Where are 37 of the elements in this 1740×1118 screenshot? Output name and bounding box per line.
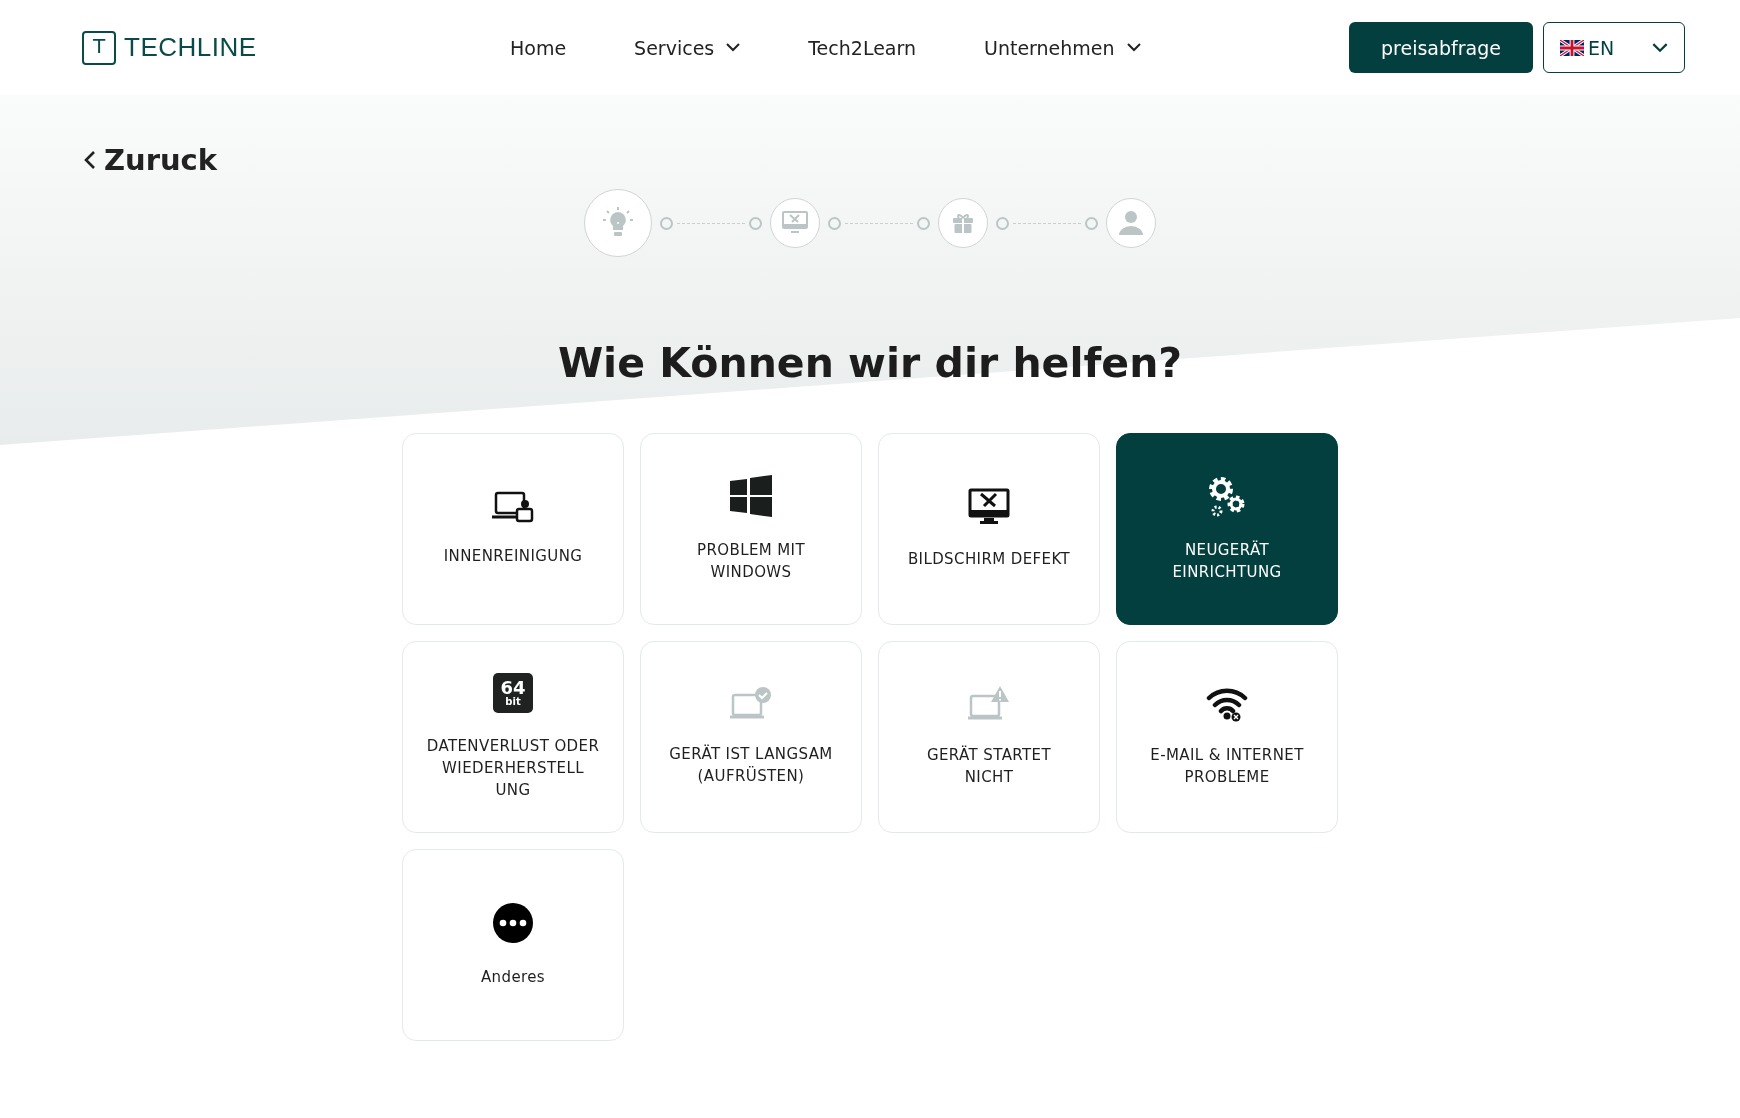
more-icon <box>492 902 534 944</box>
chevron-down-icon <box>726 43 741 52</box>
64-bit-badge: 64 bit <box>493 673 533 713</box>
service-card[interactable]: 64 bit DATENVERLUST ODER WIEDERHERSTELL UNG <box>402 641 624 833</box>
nav-link[interactable]: Home <box>510 36 567 59</box>
language-select[interactable]: EN <box>1543 22 1685 73</box>
back-link[interactable]: Zuruck <box>84 143 218 177</box>
lightbulb-icon <box>603 207 633 239</box>
nav-link[interactable]: Tech2Learn <box>808 36 916 59</box>
quote-button[interactable]: preisabfrage <box>1349 22 1533 73</box>
page-title: Wie Können wir dir helfen? <box>557 339 1183 387</box>
nav-link[interactable]: Services <box>634 36 741 59</box>
flag-icon <box>1560 39 1584 56</box>
service-card[interactable]: Anderes <box>402 849 624 1041</box>
wifi-off-icon <box>1206 686 1248 722</box>
gift-icon <box>952 212 974 234</box>
service-card[interactable]: PROBLEM MIT WINDOWS <box>640 433 862 625</box>
service-card[interactable]: INNENREINIGUNG <box>402 433 624 625</box>
logo-text: TECHLINE <box>124 32 257 63</box>
chevron-down-icon <box>1126 43 1141 52</box>
logo-mark: T <box>82 30 116 65</box>
service-card[interactable]: GERÄT IST LANGSAM (AUFRÜSTEN) <box>640 641 862 833</box>
chevron-left-icon <box>84 150 96 170</box>
gears-icon <box>1207 475 1247 517</box>
service-card[interactable]: GERÄT STARTET NICHT <box>878 641 1100 833</box>
monitor-tools-icon <box>968 488 1010 526</box>
monitor-tools-icon <box>782 211 808 235</box>
laptop-check-icon <box>730 687 772 721</box>
windows-logo-icon <box>730 475 772 517</box>
service-card[interactable]: BILDSCHIRM DEFEKT <box>878 433 1100 625</box>
service-card[interactable]: NEUGERÄT EINRICHTUNG <box>1116 433 1338 625</box>
nav-link[interactable]: Unternehmen <box>984 36 1141 59</box>
laptop-warning-icon <box>968 686 1010 722</box>
chevron-down-icon <box>1652 42 1668 53</box>
service-card[interactable]: E-MAIL & INTERNET PROBLEME <box>1116 641 1338 833</box>
laptop-person-icon <box>492 491 534 523</box>
user-icon <box>1119 211 1143 235</box>
